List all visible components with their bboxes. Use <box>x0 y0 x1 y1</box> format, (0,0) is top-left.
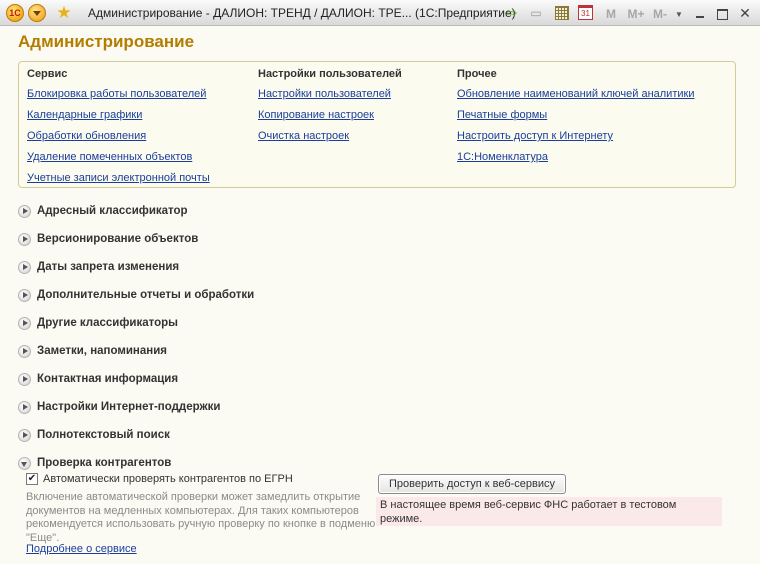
expand-arrow-icon <box>18 260 31 274</box>
app-logo-icon[interactable]: 1С <box>6 4 24 22</box>
group-label: Другие классификаторы <box>37 317 179 329</box>
group-label: Контактная информация <box>37 373 179 385</box>
close-icon[interactable]: ✕ <box>735 4 755 22</box>
expand-arrow-icon <box>18 428 31 442</box>
link-calendars[interactable]: Календарные графики <box>27 108 210 129</box>
expand-arrow-icon <box>18 232 31 246</box>
title-bar: 1С ★ Администрирование - ДАЛИОН: ТРЕНД /… <box>0 0 760 26</box>
group-label: Дополнительные отчеты и обработки <box>37 289 255 301</box>
more-caret-icon[interactable]: ▼ <box>674 6 684 24</box>
group-fulltext-search[interactable]: Полнотекстовый поиск <box>18 421 738 449</box>
group-additional-reports[interactable]: Дополнительные отчеты и обработки <box>18 281 738 309</box>
maximize-icon[interactable] <box>712 4 732 22</box>
link-clear-settings[interactable]: Очистка настроек <box>258 129 402 150</box>
link-copy-settings[interactable]: Копирование настроек <box>258 108 402 129</box>
go-arrow-icon[interactable]: ⇨ <box>503 4 521 22</box>
other-heading: Прочее <box>457 68 497 80</box>
window-title: Администрирование - ДАЛИОН: ТРЕНД / ДАЛИ… <box>88 6 516 20</box>
favorites-star-icon[interactable]: ★ <box>54 4 74 22</box>
group-label: Даты запрета изменения <box>37 261 180 273</box>
group-other-classifiers[interactable]: Другие классификаторы <box>18 309 738 337</box>
auto-check-checkbox[interactable]: ✔ <box>26 473 38 485</box>
group-notes-reminders[interactable]: Заметки, напоминания <box>18 337 738 365</box>
expand-arrow-icon <box>18 316 31 330</box>
group-label: Адресный классификатор <box>37 205 188 217</box>
memory-m-button[interactable]: M <box>604 5 618 23</box>
link-update-handlers[interactable]: Обработки обновления <box>27 129 210 150</box>
group-address-classifier[interactable]: Адресный классификатор <box>18 197 738 225</box>
auto-check-label: Автоматически проверять контрагентов по … <box>43 473 293 485</box>
link-internet-access[interactable]: Настроить доступ к Интернету <box>457 129 694 150</box>
group-label: Полнотекстовый поиск <box>37 429 170 441</box>
group-object-versioning[interactable]: Версионирование объектов <box>18 225 738 253</box>
auto-check-option[interactable]: ✔ Автоматически проверять контрагентов п… <box>26 473 293 485</box>
group-label: Проверка контрагентов <box>37 457 172 469</box>
user-settings-heading: Настройки пользователей <box>258 68 402 80</box>
memory-plus-button[interactable]: M+ <box>626 5 646 23</box>
main-menu-dropdown-icon[interactable] <box>28 4 46 22</box>
link-print-forms[interactable]: Печатные формы <box>457 108 694 129</box>
other-column: Прочее Обновление наименований ключей ан… <box>457 68 694 171</box>
expand-arrow-icon <box>18 400 31 414</box>
check-web-service-button[interactable]: Проверить доступ к веб-сервису <box>378 474 566 494</box>
group-label: Настройки Интернет-поддержки <box>37 401 221 413</box>
link-user-settings[interactable]: Настройки пользователей <box>258 87 402 108</box>
group-label: Версионирование объектов <box>37 233 199 245</box>
group-internet-support[interactable]: Настройки Интернет-поддержки <box>18 393 738 421</box>
link-delete-marked[interactable]: Удаление помеченных объектов <box>27 150 210 171</box>
link-user-lock[interactable]: Блокировка работы пользователей <box>27 87 210 108</box>
link-email-accounts[interactable]: Учетные записи электронной почты <box>27 171 210 192</box>
expand-arrow-icon <box>18 344 31 358</box>
links-panel: Сервис Блокировка работы пользователей К… <box>18 61 736 188</box>
service-column: Сервис Блокировка работы пользователей К… <box>27 68 210 192</box>
link-update-analytics-keys[interactable]: Обновление наименований ключей аналитики <box>457 87 694 108</box>
link-1c-nomenclature[interactable]: 1С:Номенклатура <box>457 150 694 171</box>
document-icon[interactable]: ▭ <box>528 4 544 22</box>
settings-groups: Адресный классификатор Версионирование о… <box>18 197 738 477</box>
web-service-status-message: В настоящее время веб-сервис ФНС работае… <box>376 497 722 526</box>
memory-minus-button[interactable]: M- <box>648 5 672 23</box>
calculator-icon[interactable] <box>555 6 569 20</box>
calendar-icon[interactable]: 31 <box>578 5 593 20</box>
expand-arrow-icon <box>18 372 31 386</box>
auto-check-hint: Включение автоматической проверки может … <box>26 491 376 544</box>
service-heading: Сервис <box>27 68 68 80</box>
expand-arrow-icon <box>18 204 31 218</box>
collapse-arrow-icon <box>18 456 31 470</box>
group-change-prohibition-dates[interactable]: Даты запрета изменения <box>18 253 738 281</box>
service-details-link[interactable]: Подробнее о сервисе <box>26 543 137 555</box>
group-label: Заметки, напоминания <box>37 345 168 357</box>
page-title: Администрирование <box>18 32 195 51</box>
minimize-icon[interactable] <box>690 4 710 22</box>
group-contact-info[interactable]: Контактная информация <box>18 365 738 393</box>
user-settings-column: Настройки пользователей Настройки пользо… <box>258 68 402 150</box>
expand-arrow-icon <box>18 288 31 302</box>
